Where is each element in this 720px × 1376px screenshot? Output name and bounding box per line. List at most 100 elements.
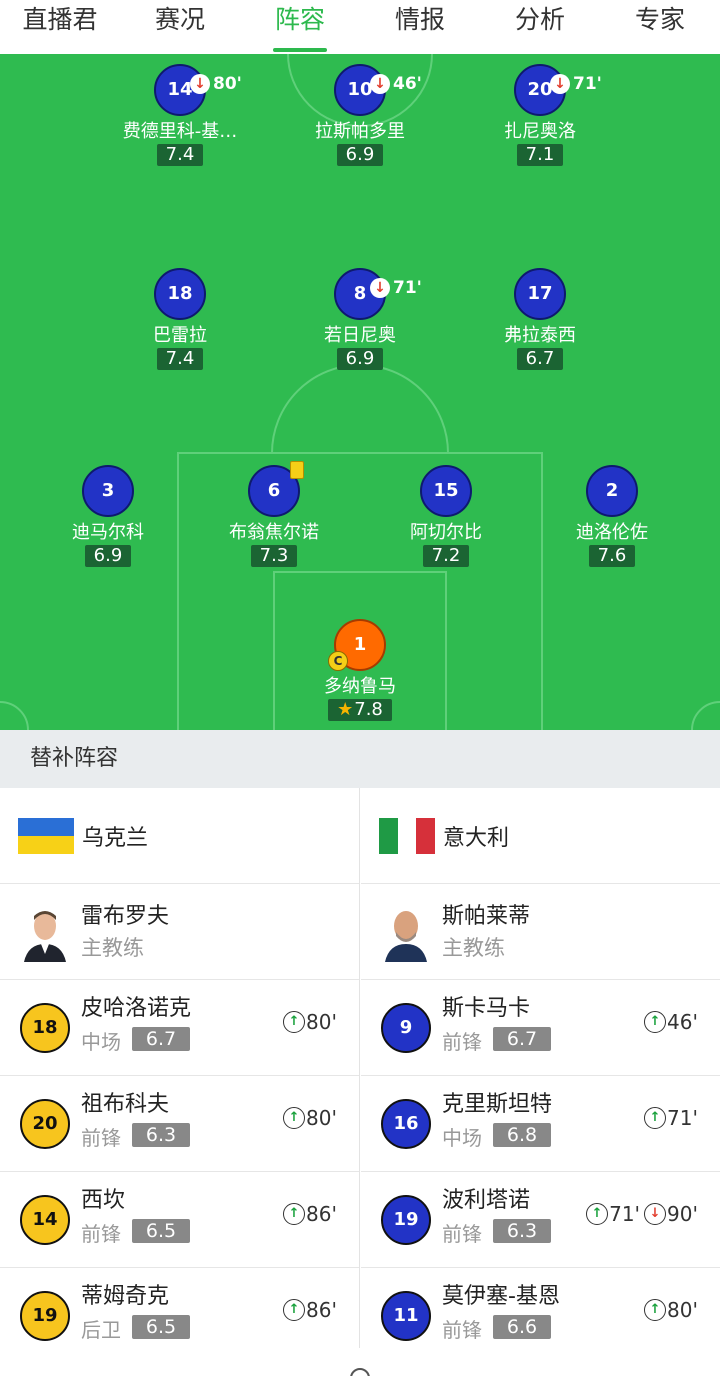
tab-match-status[interactable]: 赛况 [120, 0, 240, 54]
team-name: 意大利 [443, 826, 510, 851]
tab-live[interactable]: 直播君 [0, 0, 120, 54]
sub-player-row[interactable]: 11 莫伊塞-基恩 前锋 6.6 ↑ 80' [361, 1268, 720, 1364]
sub-events: ↑ 86' [283, 1298, 341, 1322]
player-number: 3 [82, 465, 134, 517]
sub-off-indicator: ↓ 46' [370, 60, 422, 108]
player-rating: 6.5 [132, 1315, 190, 1339]
sub-in-icon: ↑ [283, 1107, 306, 1129]
tab-analysis[interactable]: 分析 [480, 0, 600, 54]
player-position: 中场 [81, 1030, 121, 1054]
sub-off-icon: ↓ [644, 1203, 667, 1225]
sub-in-icon: ↑ [283, 1203, 306, 1225]
player-rating: 6.3 [493, 1219, 551, 1243]
player-number: 19 [20, 1291, 70, 1341]
column-divider [359, 788, 360, 1348]
sub-player-row[interactable]: 9 斯卡马卡 前锋 6.7 ↑ 46' [361, 980, 720, 1076]
player-number: 17 [514, 268, 566, 320]
player-name: 布翁焦尔诺 [229, 522, 319, 543]
sub-off-icon: ↓ [370, 74, 390, 94]
player-rating: 7.4 [156, 348, 204, 370]
sub-events: ↑ 86' [283, 1202, 341, 1226]
player-card[interactable]: 10 ↓ 46' 拉斯帕多里 6.9 [275, 64, 445, 166]
player-number: 20 ↓ 71' [514, 64, 602, 116]
tab-expert[interactable]: 专家 [600, 0, 720, 54]
sub-player-row[interactable]: 18 皮哈洛诺克 中场 6.7 ↑ 80' [0, 980, 359, 1076]
player-number: 1 C [328, 619, 386, 671]
sub-events: ↑ 46' [644, 1010, 702, 1034]
player-card[interactable]: 18 巴雷拉 7.4 [95, 268, 265, 370]
sub-events: ↑ 80' [283, 1106, 341, 1130]
coach-avatar [22, 904, 68, 962]
player-number: 2 [586, 465, 638, 517]
player-number: 19 [381, 1195, 431, 1245]
coach-name: 斯帕莱蒂 [442, 904, 531, 929]
sub-player-row[interactable]: 14 西坎 前锋 6.5 ↑ 86' [0, 1172, 359, 1268]
star-icon: ★ [337, 699, 354, 720]
player-number: 15 [420, 465, 472, 517]
scroll-indicator [350, 1368, 370, 1376]
player-number: 10 ↓ 46' [334, 64, 422, 116]
player-position: 前锋 [442, 1318, 482, 1342]
player-number: 14 [20, 1195, 70, 1245]
player-card[interactable]: 17 弗拉泰西 6.7 [455, 268, 625, 370]
sub-player-row[interactable]: 19 波利塔诺 前锋 6.3 ↑ 71' ↓ 90' [361, 1172, 720, 1268]
player-name: 阿切尔比 [410, 522, 482, 543]
player-name: 若日尼奥 [324, 325, 396, 346]
player-number: 9 [381, 1003, 431, 1053]
player-rating: 6.6 [493, 1315, 551, 1339]
player-card[interactable]: 8 ↓ 71' 若日尼奥 6.9 [275, 268, 445, 370]
player-card[interactable]: 20 ↓ 71' 扎尼奥洛 7.1 [455, 64, 625, 166]
player-number: 8 ↓ 71' [334, 268, 422, 320]
player-card[interactable]: 3 迪马尔科 6.9 [23, 465, 193, 567]
player-rating: 6.9 [336, 348, 384, 370]
sub-off-icon: ↓ [370, 278, 390, 298]
sub-player-row[interactable]: 20 祖布科夫 前锋 6.3 ↑ 80' [0, 1076, 359, 1172]
player-number: 14 ↓ 80' [154, 64, 242, 116]
player-number: 6 [248, 461, 304, 517]
team-column-ukraine: 乌克兰 雷布罗夫 主教练 18 皮哈洛诺克 中场 6.7 ↑ 80' 20 祖布科… [0, 788, 359, 1364]
sub-events: ↑ 71' ↓ 90' [586, 1202, 702, 1226]
tab-lineup[interactable]: 阵容 [240, 0, 360, 54]
coach-avatar [383, 904, 429, 962]
tab-intel[interactable]: 情报 [360, 0, 480, 54]
player-rating: 6.9 [84, 545, 132, 567]
sub-events: ↑ 80' [283, 1010, 341, 1034]
player-position: 中场 [442, 1126, 482, 1150]
player-card[interactable]: 14 ↓ 80' 费德里科-基… 7.4 [95, 64, 265, 166]
player-rating: ★7.8 [328, 699, 392, 721]
player-card[interactable]: 2 迪洛伦佐 7.6 [527, 465, 697, 567]
sub-player-row[interactable]: 19 蒂姆奇克 后卫 6.5 ↑ 86' [0, 1268, 359, 1364]
italy-flag-icon [379, 818, 435, 854]
coach-row[interactable]: 雷布罗夫 主教练 [0, 884, 359, 980]
player-name: 克里斯坦特 [442, 1092, 553, 1117]
sub-events: ↑ 71' [644, 1106, 702, 1130]
sub-in-icon: ↑ [283, 1011, 306, 1033]
player-name: 莫伊塞-基恩 [442, 1284, 560, 1309]
player-position: 前锋 [442, 1030, 482, 1054]
sub-off-indicator: ↓ 80' [190, 60, 242, 108]
sub-off-indicator: ↓ 71' [370, 264, 422, 312]
player-rating: 6.8 [493, 1123, 551, 1147]
team-name: 乌克兰 [82, 826, 149, 851]
player-name: 扎尼奥洛 [504, 121, 576, 142]
player-position: 前锋 [442, 1222, 482, 1246]
player-rating: 6.7 [132, 1027, 190, 1051]
player-rating: 7.6 [588, 545, 636, 567]
sub-off-indicator: ↓ 71' [550, 60, 602, 108]
player-number: 11 [381, 1291, 431, 1341]
top-tab-bar: 直播君 赛况 阵容 情报 分析 专家 [0, 0, 720, 54]
sub-events: ↑ 80' [644, 1298, 702, 1322]
player-position: 前锋 [81, 1126, 121, 1150]
sub-in-icon: ↑ [283, 1299, 306, 1321]
player-card[interactable]: 6 布翁焦尔诺 7.3 [189, 461, 359, 567]
player-number: 18 [20, 1003, 70, 1053]
player-number: 16 [381, 1099, 431, 1149]
sub-player-row[interactable]: 16 克里斯坦特 中场 6.8 ↑ 71' [361, 1076, 720, 1172]
ukraine-flag-icon [18, 818, 74, 854]
player-name: 多纳鲁马 [324, 676, 396, 697]
coach-row[interactable]: 斯帕莱蒂 主教练 [361, 884, 720, 980]
coach-role: 主教练 [442, 936, 505, 960]
player-card[interactable]: 15 阿切尔比 7.2 [361, 465, 531, 567]
player-rating: 6.3 [132, 1123, 190, 1147]
player-card[interactable]: 1 C 多纳鲁马 ★7.8 [275, 619, 445, 721]
